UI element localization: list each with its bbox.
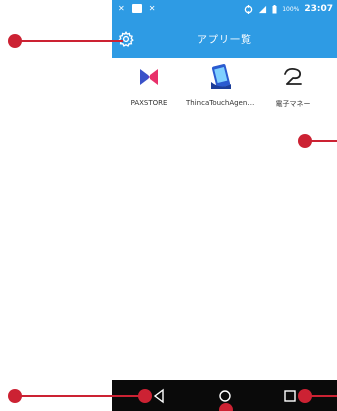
app-label: ThincaTouchAgent... xyxy=(186,99,256,107)
page-title: アプリ一覧 xyxy=(197,35,252,46)
callout-dot-content xyxy=(298,134,312,148)
status-indicators: 100% 23:07 xyxy=(244,4,333,14)
home-circle-icon[interactable] xyxy=(217,388,233,404)
callout-dot-home xyxy=(219,403,233,411)
battery-icon xyxy=(272,4,277,13)
electronic-money-icon xyxy=(284,67,302,85)
notification-icon: ✕ xyxy=(118,4,125,13)
callout-dot-back-target xyxy=(138,389,152,403)
image-notification-icon xyxy=(131,4,142,13)
data-sync-icon xyxy=(244,4,253,14)
app-grid: PAXSTORE ThincaTouchAgent... 電子マネー xyxy=(112,62,337,109)
callout-line-back xyxy=(15,395,145,397)
app-tile-thinca-touch-agent[interactable]: ThincaTouchAgent... xyxy=(186,62,256,109)
callout-dot-settings xyxy=(8,34,22,48)
signal-icon xyxy=(259,5,267,13)
callout-line-settings xyxy=(15,40,123,42)
status-notifications: ✕ ✕ xyxy=(118,4,155,13)
status-bar: ✕ ✕ 100% 23:07 xyxy=(112,0,337,20)
app-label: PAXSTORE xyxy=(130,99,168,107)
android-screen: ✕ ✕ 100% 23:07 アプリ一覧 PAXSTORE ThincaTouc… xyxy=(112,0,337,411)
clock: 23:07 xyxy=(304,4,333,14)
recents-square-icon[interactable] xyxy=(282,388,298,404)
app-bar: アプリ一覧 xyxy=(112,20,337,58)
app-tile-electronic-money[interactable]: 電子マネー xyxy=(258,62,328,109)
thinca-touch-agent-icon xyxy=(211,64,231,89)
notification-icon: ✕ xyxy=(148,4,156,13)
paxstore-icon xyxy=(140,69,158,85)
battery-percent: 100% xyxy=(282,5,300,13)
callout-dot-recents xyxy=(298,389,312,403)
app-tile-paxstore[interactable]: PAXSTORE xyxy=(114,62,184,109)
app-label: 電子マネー xyxy=(275,100,311,108)
annotated-screenshot: ✕ ✕ 100% 23:07 アプリ一覧 PAXSTORE ThincaTouc… xyxy=(0,0,337,411)
callout-dot-back xyxy=(8,389,22,403)
back-triangle-icon[interactable] xyxy=(151,388,167,404)
